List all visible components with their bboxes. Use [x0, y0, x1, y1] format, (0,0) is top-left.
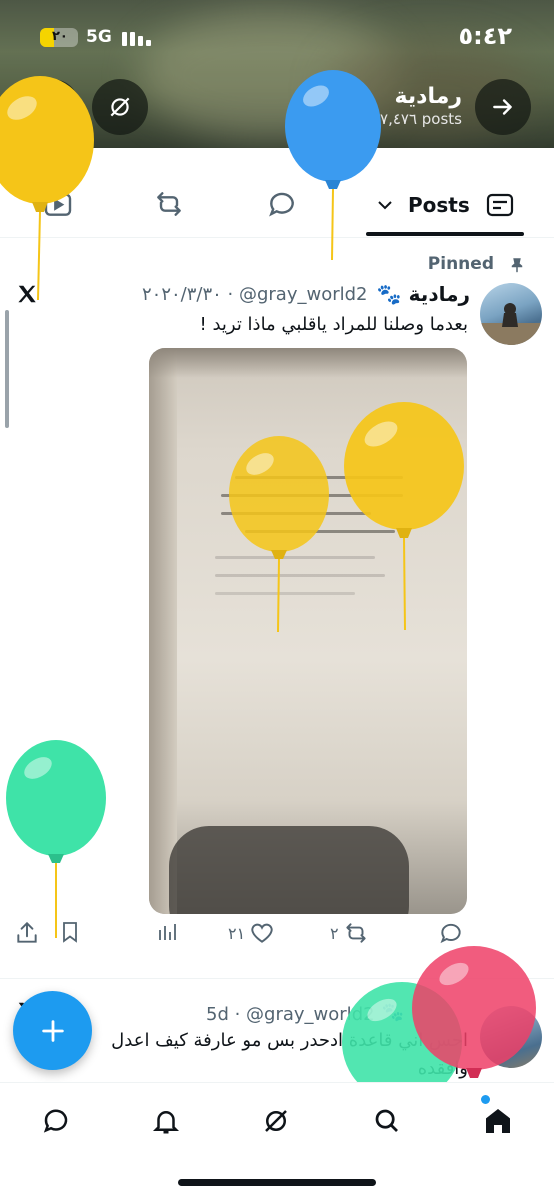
- home-indicator[interactable]: [178, 1179, 376, 1186]
- heart-icon: [251, 923, 273, 943]
- home-icon: [486, 1109, 510, 1133]
- avatar[interactable]: [480, 283, 542, 345]
- grok-icon: [265, 1110, 287, 1132]
- balloon-green-decoration: [6, 740, 106, 938]
- status-bar: ٢٠ 5G ٥:٤٢: [0, 0, 554, 72]
- post-author-name[interactable]: رمادية 🐾: [377, 282, 470, 306]
- battery-level: ٢٠: [52, 29, 68, 44]
- profile-post-count: ٧,٤٧٦ posts: [380, 110, 462, 128]
- search-icon: [42, 97, 61, 116]
- status-time: ٥:٤٢: [458, 22, 512, 50]
- back-button[interactable]: [475, 79, 531, 135]
- repost-button[interactable]: ٢: [330, 920, 369, 946]
- arrow-right-icon: [493, 99, 512, 115]
- posts-list-icon: [486, 193, 514, 217]
- x-logo-icon: [18, 285, 36, 303]
- share-button[interactable]: [14, 920, 40, 946]
- post-actions: ٢ ٢١: [0, 920, 554, 960]
- replies-tab-icon[interactable]: [265, 188, 299, 220]
- nav-home[interactable]: [478, 1101, 518, 1141]
- nav-grok[interactable]: [256, 1101, 296, 1141]
- share-icon: [17, 921, 37, 943]
- like-button[interactable]: ٢١: [228, 920, 275, 946]
- grok-button[interactable]: [92, 79, 148, 135]
- post-text: بعدما وصلنا للمراد ياقلبي ماذا تريد !: [199, 314, 469, 335]
- network-type: 5G: [86, 27, 112, 47]
- profile-name: رمادية: [394, 84, 462, 109]
- post-text: وافقده: [417, 1058, 468, 1079]
- compose-button[interactable]: [13, 991, 92, 1070]
- like-count: ٢١: [228, 923, 246, 943]
- avatar[interactable]: [480, 1006, 542, 1068]
- plus-icon: [41, 1019, 64, 1042]
- tab-posts-label: Posts: [408, 193, 470, 217]
- post-meta[interactable]: 5d · @gray_world2: [206, 1004, 375, 1025]
- signal-icon: [122, 30, 152, 46]
- post-meta[interactable]: ٢٠٢٠/٣/٣٠ · @gray_world2: [142, 284, 368, 305]
- post-divider: [0, 978, 554, 979]
- analytics-icon: [159, 924, 176, 940]
- reply-icon: [440, 923, 461, 944]
- battery-indicator: ٢٠: [40, 28, 78, 47]
- post-image[interactable]: [149, 348, 467, 914]
- reposts-tab-icon[interactable]: [152, 188, 186, 220]
- nav-messages[interactable]: [36, 1101, 76, 1141]
- views-button[interactable]: [156, 920, 180, 944]
- repost-icon: [345, 923, 366, 943]
- scroll-indicator[interactable]: [5, 310, 9, 428]
- message-icon: [43, 1109, 68, 1133]
- search-button[interactable]: [24, 79, 80, 135]
- pinned-label: Pinned: [428, 254, 494, 274]
- avatar-image: [480, 303, 542, 345]
- notification-dot: [481, 1095, 490, 1104]
- repost-count: ٢: [330, 923, 339, 943]
- nav-notifications[interactable]: [146, 1101, 186, 1141]
- tab-posts[interactable]: Posts: [366, 176, 524, 236]
- media-tab-icon[interactable]: [42, 188, 74, 220]
- search-icon: [375, 1109, 398, 1132]
- nav-search[interactable]: [367, 1101, 407, 1141]
- tab-underline: [366, 232, 524, 236]
- reply-button[interactable]: [438, 920, 464, 946]
- grok-icon: [110, 97, 130, 117]
- bookmark-button[interactable]: [58, 920, 82, 944]
- pinned-text: Pinned: [427, 254, 494, 274]
- post-author-name[interactable]: 🐾: [382, 1002, 404, 1023]
- bookmark-icon: [63, 922, 77, 943]
- bell-icon: [152, 1111, 180, 1134]
- post-text: احس اني قاعدة ادحدر بس مو عارفة كيف اعدل: [111, 1030, 468, 1051]
- chevron-down-icon: [378, 201, 392, 210]
- pin-icon: [511, 258, 523, 273]
